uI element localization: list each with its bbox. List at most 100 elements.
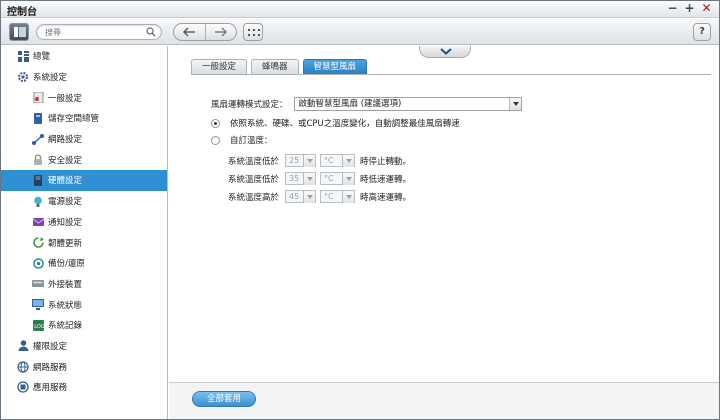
dropdown-arrow-icon bbox=[342, 155, 354, 167]
network-icon bbox=[32, 133, 44, 145]
sidebar: 總覽 系統設定 一般設定 儲存空間總管 網路設定 安全設定 硬體設定 電源設定 … bbox=[1, 46, 168, 419]
temp-unit-select[interactable]: °C bbox=[320, 154, 355, 167]
sidebar-item-label: 電源設定 bbox=[48, 197, 83, 208]
temp-row-prefix: 系統溫度低於 bbox=[228, 156, 280, 167]
sidebar-item-label: 系統記錄 bbox=[48, 321, 83, 332]
auto-option-row: 依照系統、硬碟、或CPU之溫度變化，自動調整最佳風扇轉速 bbox=[211, 117, 460, 129]
settings-tabs: 一般設定 蜂鳴器 智慧型風扇 bbox=[191, 59, 368, 74]
close-icon[interactable]: ✕ bbox=[700, 2, 713, 15]
temp-value-select[interactable]: 45 bbox=[285, 190, 316, 203]
temp-unit-select[interactable]: °C bbox=[320, 190, 355, 203]
sidebar-item-storage-manager[interactable]: 儲存空間總管 bbox=[1, 108, 167, 129]
temp-unit-select[interactable]: °C bbox=[320, 172, 355, 185]
custom-option-row: 自訂溫度： bbox=[211, 134, 273, 146]
backup-icon bbox=[32, 257, 44, 269]
temp-row-suffix: 時低速運轉。 bbox=[360, 174, 412, 185]
sidebar-item-privilege[interactable]: 權限設定 bbox=[1, 336, 167, 357]
fan-mode-select[interactable]: 啟動智慧型風扇 (建議選項) bbox=[293, 97, 522, 111]
sidebar-item-label: 權限設定 bbox=[33, 341, 68, 352]
sidebar-item-label: 系統狀態 bbox=[48, 300, 83, 311]
gear-icon bbox=[17, 71, 29, 83]
custom-temp-radio[interactable] bbox=[211, 135, 220, 145]
sidebar-item-system-settings[interactable]: 系統設定 bbox=[1, 67, 167, 88]
sidebar-item-label: 韌體更新 bbox=[48, 238, 83, 249]
sidebar-item-general-settings[interactable]: 一般設定 bbox=[1, 87, 167, 108]
collapse-toggle[interactable] bbox=[419, 46, 471, 58]
back-button[interactable] bbox=[174, 24, 205, 40]
sidebar-item-network-services[interactable]: 網路服務 bbox=[1, 356, 167, 377]
sidebar-item-overview[interactable]: 總覽 bbox=[1, 46, 167, 67]
sidebar-item-label: 硬體設定 bbox=[48, 176, 83, 187]
maximize-icon[interactable]: + bbox=[683, 2, 696, 15]
sidebar-item-external-device[interactable]: 外接裝置 bbox=[1, 274, 167, 295]
apps-grid-button[interactable] bbox=[243, 23, 263, 41]
general-settings-icon bbox=[32, 92, 44, 104]
search-field[interactable] bbox=[36, 24, 162, 40]
temp-value: 25 bbox=[289, 156, 300, 165]
footer-bar: 全部套用 bbox=[169, 382, 719, 419]
search-icon[interactable] bbox=[146, 27, 156, 37]
globe-icon bbox=[17, 361, 29, 373]
search-input[interactable] bbox=[45, 26, 145, 38]
temp-row-suffix: 時高速運轉。 bbox=[360, 192, 412, 203]
fan-mode-row: 風扇運轉模式設定： 啟動智慧型風扇 (建議選項) bbox=[211, 97, 522, 111]
forward-button[interactable] bbox=[206, 24, 237, 40]
power-icon bbox=[32, 195, 44, 207]
temp-value-select[interactable]: 25 bbox=[285, 154, 316, 167]
title-bar: 控制台 − + ✕ bbox=[1, 1, 719, 18]
control-panel-window: 控制台 − + ✕ 搜尋 ? 總覽 系統設定 一般設定 儲存空間總管 網路設定 … bbox=[0, 0, 720, 420]
sidebar-item-system-status[interactable]: 系統狀態 bbox=[1, 294, 167, 315]
sidebar-item-label: 安全設定 bbox=[48, 155, 83, 166]
sidebar-item-label: 應用服務 bbox=[33, 383, 68, 394]
temp-value-select[interactable]: 35 bbox=[285, 172, 316, 185]
dropdown-arrow-icon bbox=[342, 173, 354, 185]
window-controls: − + ✕ bbox=[666, 2, 713, 15]
overview-icon bbox=[17, 50, 29, 62]
auto-option-label: 依照系統、硬碟、或CPU之溫度變化，自動調整最佳風扇轉速 bbox=[230, 119, 460, 129]
chevron-down-icon bbox=[440, 48, 452, 55]
auto-adjust-radio[interactable] bbox=[211, 118, 220, 128]
system-status-icon bbox=[32, 299, 44, 311]
fan-mode-value: 啟動智慧型風扇 (建議選項) bbox=[298, 99, 402, 109]
navigation-buttons bbox=[173, 23, 237, 41]
dropdown-arrow-icon bbox=[508, 98, 521, 110]
tab-general[interactable]: 一般設定 bbox=[191, 59, 248, 74]
user-icon bbox=[17, 340, 29, 352]
sidebar-item-label: 一般設定 bbox=[48, 93, 83, 104]
sidebar-item-app-services[interactable]: 應用服務 bbox=[1, 377, 167, 398]
temp-row: 系統溫度低於 25 °C 時停止轉動。 bbox=[228, 154, 411, 167]
main-panel: 一般設定 蜂鳴器 智慧型風扇 風扇運轉模式設定： 啟動智慧型風扇 (建議選項) … bbox=[169, 46, 719, 381]
sidebar-item-label: 系統設定 bbox=[33, 73, 68, 84]
sidebar-item-notification[interactable]: 通知設定 bbox=[1, 212, 167, 233]
grid-dots-icon bbox=[248, 29, 260, 36]
sidebar-item-power[interactable]: 電源設定 bbox=[1, 191, 167, 212]
sidebar-item-label: 備份/還原 bbox=[48, 259, 85, 270]
sidebar-item-label: 總覽 bbox=[33, 52, 51, 63]
dropdown-arrow-icon bbox=[303, 191, 315, 203]
sidebar-item-label: 通知設定 bbox=[48, 217, 83, 228]
dropdown-arrow-icon bbox=[303, 173, 315, 185]
sidebar-item-backup-restore[interactable]: 備份/還原 bbox=[1, 253, 167, 274]
tab-buzzer[interactable]: 蜂鳴器 bbox=[251, 59, 299, 74]
tab-divider bbox=[191, 74, 711, 75]
minimize-icon[interactable]: − bbox=[666, 2, 679, 15]
external-device-icon bbox=[32, 278, 44, 290]
menu-toggle-button[interactable] bbox=[9, 23, 29, 41]
sidebar-item-network-settings[interactable]: 網路設定 bbox=[1, 129, 167, 150]
temp-unit: °C bbox=[324, 192, 334, 201]
system-log-icon: LOG bbox=[32, 319, 44, 331]
help-button[interactable]: ? bbox=[693, 23, 711, 41]
apply-all-button[interactable]: 全部套用 bbox=[192, 391, 256, 407]
sidebar-item-system-log[interactable]: LOG 系統記錄 bbox=[1, 315, 167, 336]
toolbar: ? bbox=[1, 19, 719, 45]
sidebar-item-label: 外接裝置 bbox=[48, 279, 83, 290]
sidebar-item-firmware[interactable]: 韌體更新 bbox=[1, 232, 167, 253]
sidebar-item-hardware[interactable]: 硬體設定 bbox=[1, 170, 167, 191]
temp-row-suffix: 時停止轉動。 bbox=[360, 156, 412, 167]
sidebar-item-security[interactable]: 安全設定 bbox=[1, 149, 167, 170]
fan-mode-label: 風扇運轉模式設定： bbox=[211, 100, 288, 110]
arrow-left-icon bbox=[183, 27, 196, 37]
tab-smart-fan[interactable]: 智慧型風扇 bbox=[302, 59, 368, 74]
temp-row-prefix: 系統溫度低於 bbox=[228, 174, 280, 185]
temp-value: 45 bbox=[289, 192, 300, 201]
